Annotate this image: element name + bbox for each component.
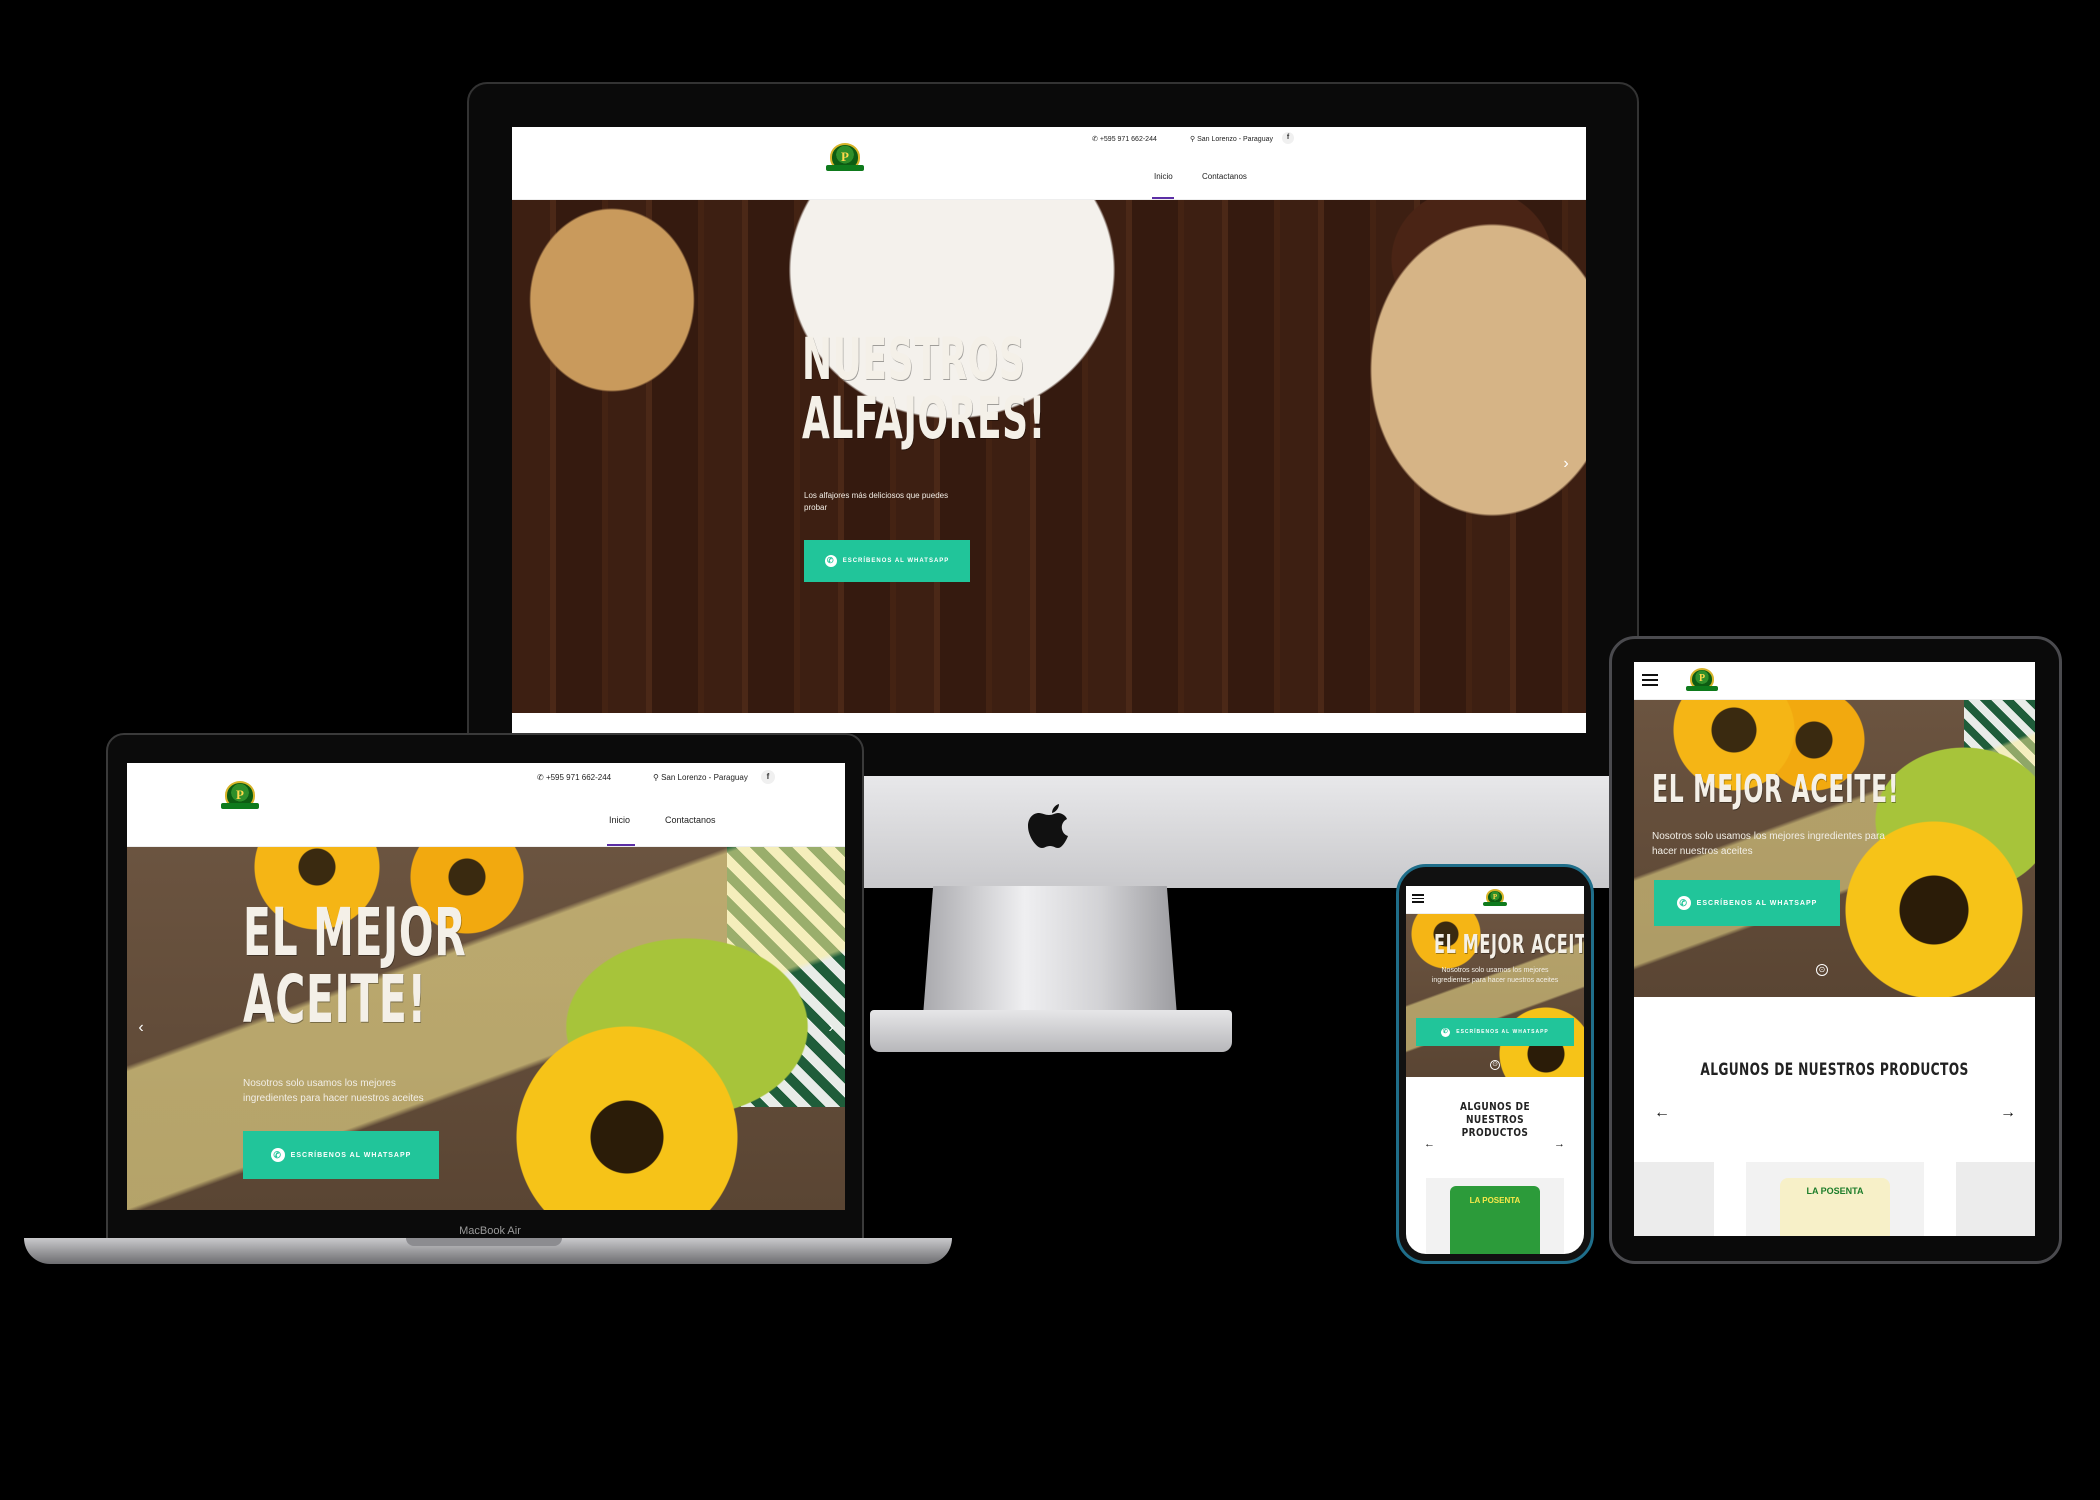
products-next-button[interactable]: →	[2000, 1104, 2016, 1122]
whatsapp-button[interactable]: ✆ ESCRÍBENOS AL WHATSAPP	[1416, 1018, 1574, 1046]
whatsapp-icon: ✆	[824, 555, 837, 567]
apple-logo-icon	[1028, 804, 1068, 848]
hero-title-line1: NUESTROS	[802, 325, 1026, 393]
macbook-notch	[406, 1238, 562, 1246]
whatsapp-icon: ✆	[1092, 136, 1098, 143]
product-card[interactable]: LA POSENTA	[1426, 1178, 1564, 1254]
facebook-icon[interactable]: f	[761, 770, 775, 784]
hero-title: EL MEJOR ACEITE!	[1434, 930, 1584, 960]
logo-letter: P	[1698, 673, 1706, 685]
location-pin-icon: ⚲	[1190, 136, 1196, 143]
logo-letter: P	[236, 787, 244, 803]
product-card[interactable]	[1634, 1162, 1714, 1236]
hero-title: EL MEJOR ACEITE!	[243, 899, 466, 1034]
product-label: LA POSENTA	[1780, 1178, 1890, 1236]
products-prev-button[interactable]: ←	[1424, 1138, 1435, 1150]
hamburger-menu-icon[interactable]	[1412, 894, 1424, 906]
whatsapp-button[interactable]: ✆ ESCRÍBENOS AL WHATSAPP	[1654, 880, 1840, 926]
whatsapp-icon: ✆	[1676, 896, 1691, 910]
location-text: San Lorenzo - Paraguay	[1197, 136, 1273, 143]
phone-number: +595 971 662-244	[1099, 136, 1157, 143]
site-header: P	[1406, 886, 1584, 914]
imac-screen: P ✆ +595 971 662-244 ⚲ San Lorenzo - Par…	[512, 127, 1586, 733]
phone-number: +595 971 662-244	[545, 773, 612, 782]
slider-next-button[interactable]: ›	[1557, 455, 1575, 473]
slider-pause-icon[interactable]: ⊙	[1490, 1060, 1500, 1070]
hero-subtitle: Nosotros solo usamos los mejores ingredi…	[243, 1078, 424, 1104]
macbook-label: MacBook Air	[459, 1225, 521, 1237]
nav-contactanos[interactable]: Contactanos	[1202, 172, 1247, 181]
hero-slider[interactable]: EL MEJOR ACEITE! Nosotros solo usamos lo…	[1634, 700, 2035, 997]
location-pin-icon: ⚲	[653, 773, 659, 782]
facebook-icon[interactable]: f	[1282, 132, 1294, 144]
logo-ribbon	[1686, 686, 1718, 691]
hero-subtitle: Nosotros solo usamos los mejores ingredi…	[1431, 967, 1559, 985]
slider-next-button[interactable]: ›	[823, 1019, 839, 1037]
hero-title-line1: EL MEJOR	[243, 894, 467, 971]
slider-prev-button[interactable]: ‹	[133, 1019, 149, 1037]
products-next-button[interactable]: →	[1554, 1138, 1565, 1150]
nav-inicio[interactable]: Inicio	[609, 815, 630, 825]
hero-slider[interactable]: EL MEJOR ACEITE! Nosotros solo usamos lo…	[127, 847, 845, 1210]
hero-title: NUESTROS ALFAJORES!	[802, 325, 1046, 453]
logo-ribbon	[221, 803, 259, 809]
logo-ribbon	[1483, 902, 1507, 906]
product-card[interactable]: LA POSENTA	[1746, 1162, 1924, 1236]
phone-contact[interactable]: ✆ +595 971 662-244	[1092, 135, 1157, 143]
product-card[interactable]	[1956, 1162, 2035, 1236]
logo-letter: P	[841, 149, 849, 165]
hero-title-line2: ALFAJORES!	[802, 384, 1046, 453]
products-title: ALGUNOS DE NUESTROS PRODUCTOS	[1700, 1060, 1969, 1080]
hero-title: EL MEJOR ACEITE!	[1652, 767, 1900, 811]
location-contact[interactable]: ⚲ San Lorenzo - Paraguay	[1190, 135, 1273, 143]
tablet-screen: P EL MEJOR ACEITE! Nosotros solo usamos …	[1634, 662, 2035, 1236]
logo-letter: P	[1492, 893, 1498, 902]
product-label: LA POSENTA	[1450, 1186, 1540, 1254]
nav-inicio[interactable]: Inicio	[1154, 172, 1173, 181]
nav-contactanos[interactable]: Contactanos	[665, 815, 716, 825]
whatsapp-icon: ✆	[537, 773, 544, 782]
location-text: San Lorenzo - Paraguay	[661, 773, 748, 782]
products-title: ALGUNOS DE NUESTROS PRODUCTOS	[1459, 1100, 1531, 1140]
whatsapp-button-label: ESCRÍBENOS AL WHATSAPP	[1456, 1029, 1549, 1035]
phone-screen: P EL MEJOR ACEITE! Nosotros solo usamos …	[1406, 886, 1584, 1254]
hero-slider[interactable]: EL MEJOR ACEITE! Nosotros solo usamos lo…	[1406, 914, 1584, 1077]
hamburger-menu-icon[interactable]	[1642, 674, 1658, 689]
slider-pause-icon[interactable]: ⊙	[1816, 964, 1828, 976]
whatsapp-icon: ✆	[1441, 1027, 1451, 1037]
phone-contact[interactable]: ✆ +595 971 662-244	[537, 773, 611, 782]
site-header: P	[1634, 662, 2035, 700]
whatsapp-button[interactable]: ✆ ESCRÍBENOS AL WHATSAPP	[243, 1131, 439, 1179]
hero-title-line2: ACEITE!	[243, 961, 427, 1039]
hero-subtitle: Nosotros solo usamos los mejores ingredi…	[1652, 831, 1885, 857]
imac-foot	[870, 1010, 1232, 1052]
nav-active-indicator	[607, 844, 635, 846]
site-header: P ✆ +595 971 662-244 ⚲ San Lorenzo - Par…	[512, 127, 1586, 200]
whatsapp-button-label: ESCRÍBENOS AL WHATSAPP	[842, 558, 950, 564]
hero-subtitle: Los alfajores más deliciosos que puedes …	[804, 491, 949, 512]
macbook-screen: P ✆ +595 971 662-244 ⚲ San Lorenzo - Par…	[127, 763, 845, 1210]
whatsapp-button-label: ESCRÍBENOS AL WHATSAPP	[290, 1151, 412, 1159]
whatsapp-icon: ✆	[270, 1148, 285, 1162]
location-contact[interactable]: ⚲ San Lorenzo - Paraguay	[653, 773, 748, 782]
whatsapp-button[interactable]: ✆ ESCRÍBENOS AL WHATSAPP	[804, 540, 970, 582]
hero-slider[interactable]: NUESTROS ALFAJORES! Los alfajores más de…	[512, 200, 1586, 713]
logo-ribbon	[826, 165, 864, 171]
imac-stand	[923, 886, 1177, 1016]
nav-active-indicator	[1152, 197, 1174, 199]
site-header: P ✆ +595 971 662-244 ⚲ San Lorenzo - Par…	[127, 763, 845, 847]
whatsapp-button-label: ESCRÍBENOS AL WHATSAPP	[1696, 899, 1818, 907]
products-prev-button[interactable]: ←	[1654, 1104, 1670, 1122]
page-bottom-strip	[512, 713, 1586, 733]
